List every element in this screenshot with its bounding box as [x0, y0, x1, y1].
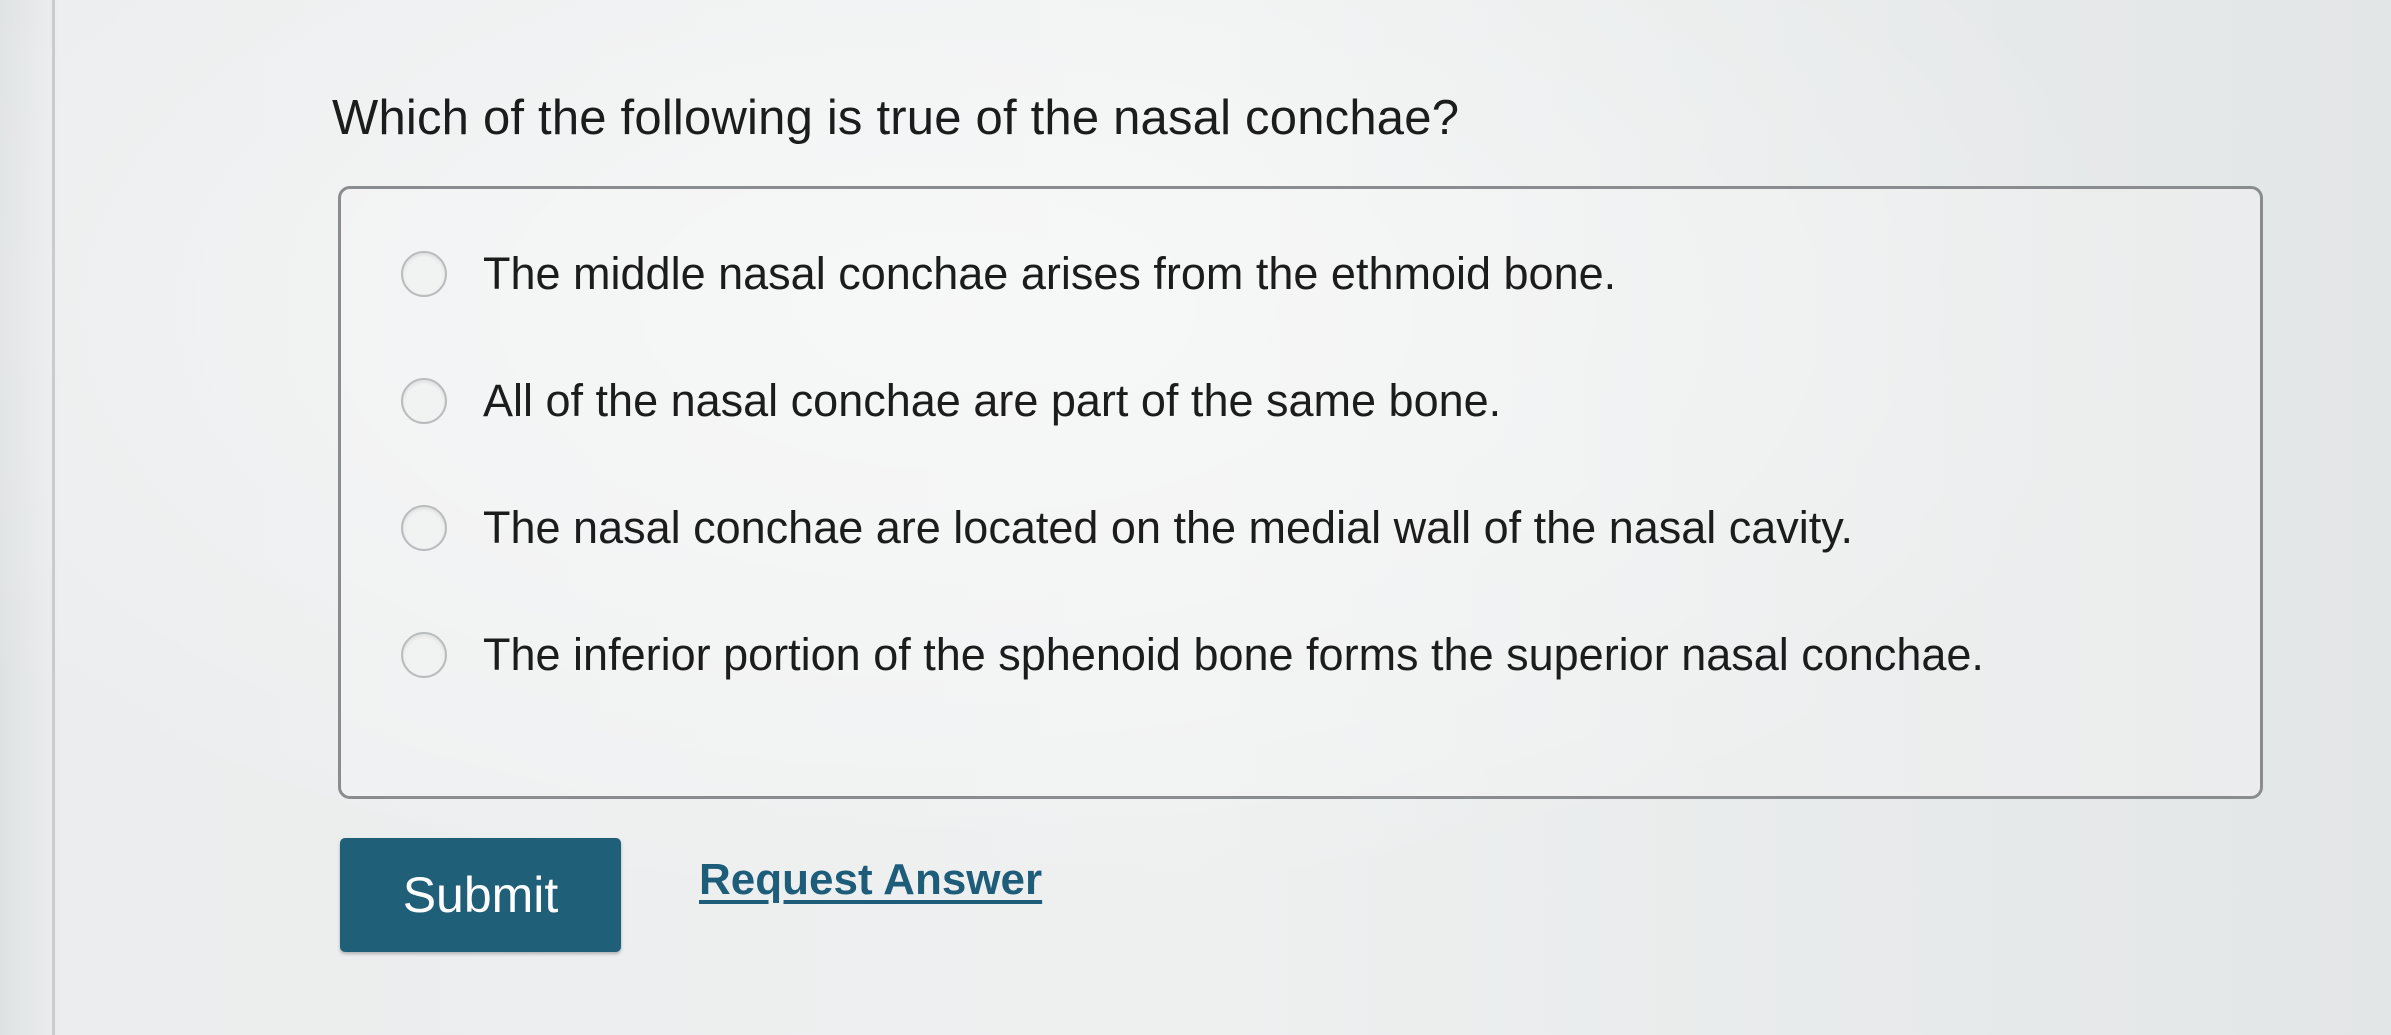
- answer-option-3[interactable]: The nasal conchae are located on the med…: [401, 493, 1853, 563]
- radio-button-1[interactable]: [401, 251, 447, 297]
- radio-button-2[interactable]: [401, 378, 447, 424]
- answer-option-1[interactable]: The middle nasal conchae arises from the…: [401, 239, 1616, 309]
- radio-button-4[interactable]: [401, 632, 447, 678]
- answer-options-box: The middle nasal conchae arises from the…: [338, 186, 2263, 799]
- radio-button-3[interactable]: [401, 505, 447, 551]
- quiz-page: Which of the following is true of the na…: [0, 0, 2391, 1035]
- answer-option-2[interactable]: All of the nasal conchae are part of the…: [401, 366, 1501, 436]
- answer-option-label[interactable]: The middle nasal conchae arises from the…: [483, 246, 1616, 302]
- answer-option-label[interactable]: The nasal conchae are located on the med…: [483, 500, 1853, 556]
- question-text: Which of the following is true of the na…: [332, 91, 1460, 145]
- answer-option-label[interactable]: The inferior portion of the sphenoid bon…: [483, 627, 1984, 683]
- request-answer-link[interactable]: Request Answer: [699, 852, 1042, 908]
- answer-option-label[interactable]: All of the nasal conchae are part of the…: [483, 373, 1501, 429]
- submit-button[interactable]: Submit: [340, 838, 621, 952]
- answer-option-4[interactable]: The inferior portion of the sphenoid bon…: [401, 620, 1984, 690]
- left-divider: [52, 0, 55, 1035]
